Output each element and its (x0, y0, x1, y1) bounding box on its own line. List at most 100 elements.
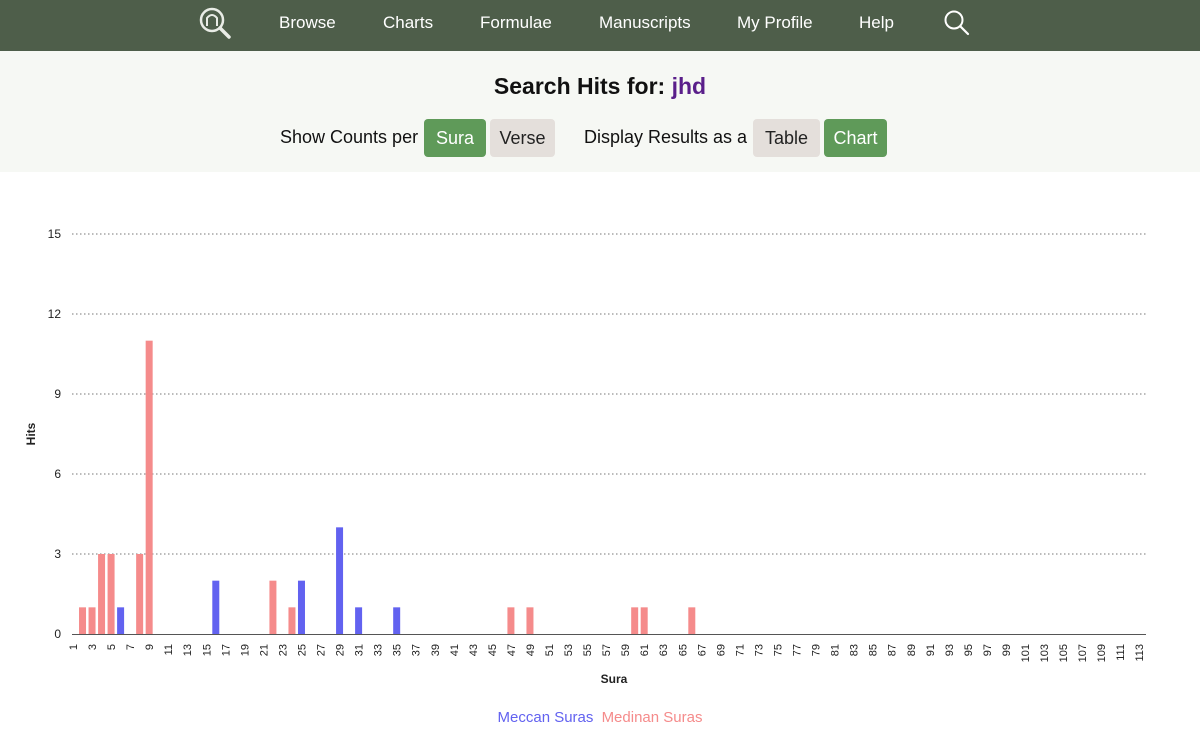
y-tick-label: 12 (48, 307, 62, 321)
meccan-bar (336, 527, 344, 634)
x-tick-label: 29 (335, 644, 347, 656)
x-tick-label: 63 (658, 644, 670, 656)
navbar: Browse Charts Formulae Manuscripts My Pr… (0, 0, 1200, 51)
x-tick-label: 95 (963, 644, 975, 656)
x-tick-label: 77 (792, 644, 804, 656)
search-term: jhd (671, 73, 707, 99)
x-tick-label: 23 (277, 644, 289, 656)
x-tick-label: 109 (1096, 644, 1108, 662)
medinan-bar (98, 554, 106, 634)
x-tick-label: 41 (449, 644, 461, 656)
x-tick-label: 25 (296, 644, 308, 656)
x-tick-label: 85 (868, 644, 880, 656)
search-icon[interactable] (943, 9, 971, 37)
x-tick-label: 31 (354, 644, 366, 656)
medinan-bar (640, 607, 648, 634)
x-tick-label: 111 (1115, 644, 1127, 661)
x-tick-label: 69 (715, 644, 727, 656)
x-tick-label: 99 (1001, 644, 1013, 656)
nav-charts[interactable]: Charts (383, 13, 433, 33)
x-tick-label: 3 (87, 644, 99, 650)
medinan-bar (526, 607, 534, 634)
x-tick-label: 9 (144, 644, 156, 650)
x-tick-label: 67 (696, 644, 708, 656)
x-tick-label: 61 (639, 644, 651, 656)
x-tick-label: 11 (163, 644, 175, 655)
x-tick-label: 59 (620, 644, 632, 656)
x-tick-label: 7 (125, 644, 137, 650)
x-tick-label: 27 (316, 644, 328, 656)
x-tick-label: 33 (373, 644, 385, 656)
x-tick-label: 113 (1134, 644, 1146, 662)
x-tick-label: 21 (258, 644, 270, 656)
display-as-label: Display Results as a (584, 127, 748, 147)
x-axis-title: Sura (601, 672, 628, 686)
x-tick-label: 43 (468, 644, 480, 656)
x-tick-label: 53 (563, 644, 575, 656)
x-tick-label: 105 (1058, 644, 1070, 662)
x-tick-label: 101 (1020, 644, 1032, 662)
x-tick-label: 79 (811, 644, 823, 656)
page-title: Search Hits for: jhd (0, 73, 1200, 100)
nav-my-profile[interactable]: My Profile (737, 13, 813, 33)
y-tick-label: 15 (48, 227, 62, 241)
x-tick-label: 107 (1077, 644, 1089, 662)
medinan-bar (688, 607, 696, 634)
legend-meccan[interactable]: Meccan Suras (498, 709, 594, 726)
y-tick-label: 3 (54, 547, 61, 561)
x-tick-label: 13 (182, 644, 194, 656)
nav-help[interactable]: Help (859, 13, 894, 33)
x-tick-label: 35 (392, 644, 404, 656)
counts-per-label: Show Counts per (280, 127, 419, 147)
nav-manuscripts[interactable]: Manuscripts (599, 13, 691, 33)
y-tick-label: 6 (54, 467, 61, 481)
x-tick-label: 91 (925, 644, 937, 656)
x-tick-label: 73 (753, 644, 765, 656)
x-tick-label: 87 (887, 644, 899, 656)
x-tick-label: 37 (411, 644, 423, 656)
x-tick-label: 17 (220, 644, 232, 656)
x-tick-label: 49 (525, 644, 537, 656)
magnifier-logo-icon[interactable] (198, 6, 232, 40)
x-tick-label: 75 (772, 644, 784, 656)
x-tick-label: 19 (239, 644, 251, 656)
x-tick-label: 93 (944, 644, 956, 656)
nav-browse[interactable]: Browse (279, 13, 336, 33)
meccan-bar (117, 607, 125, 634)
x-tick-label: 51 (544, 644, 556, 656)
chart-button[interactable]: Chart (824, 119, 887, 157)
meccan-bar (297, 580, 305, 634)
medinan-bar (288, 607, 296, 634)
x-tick-label: 55 (582, 644, 594, 656)
x-tick-label: 15 (201, 644, 213, 656)
x-tick-label: 1 (68, 644, 80, 650)
legend-medinan[interactable]: Medinan Suras (602, 709, 703, 726)
x-tick-label: 103 (1039, 644, 1051, 662)
meccan-bar (393, 607, 401, 634)
meccan-bar (212, 580, 220, 634)
x-tick-label: 5 (106, 644, 118, 650)
x-tick-label: 47 (506, 644, 518, 656)
medinan-bar (145, 340, 153, 634)
nav-formulae[interactable]: Formulae (480, 13, 552, 33)
y-tick-label: 0 (54, 627, 61, 641)
x-tick-label: 81 (830, 644, 842, 656)
hits-bar-chart: 036912151 3 5 7 9 11 13 15 17 19 21 23 25 27 29 31 33 35 3… (24, 227, 1146, 686)
table-button[interactable]: Table (753, 119, 820, 157)
x-tick-label: 45 (487, 644, 499, 656)
sura-button[interactable]: Sura (424, 119, 486, 157)
y-tick-label: 9 (54, 387, 61, 401)
x-tick-label: 71 (734, 644, 746, 656)
medinan-bar (79, 607, 87, 634)
x-tick-label: 97 (982, 644, 994, 656)
medinan-bar (507, 607, 515, 634)
medinan-bar (107, 554, 115, 634)
medinan-bar (88, 607, 96, 634)
x-tick-label: 57 (601, 644, 613, 656)
x-tick-label: 83 (849, 644, 861, 656)
verse-button[interactable]: Verse (490, 119, 555, 157)
meccan-bar (355, 607, 363, 634)
medinan-bar (269, 580, 277, 634)
y-axis-title: Hits (24, 422, 38, 445)
x-tick-label: 89 (906, 644, 918, 656)
